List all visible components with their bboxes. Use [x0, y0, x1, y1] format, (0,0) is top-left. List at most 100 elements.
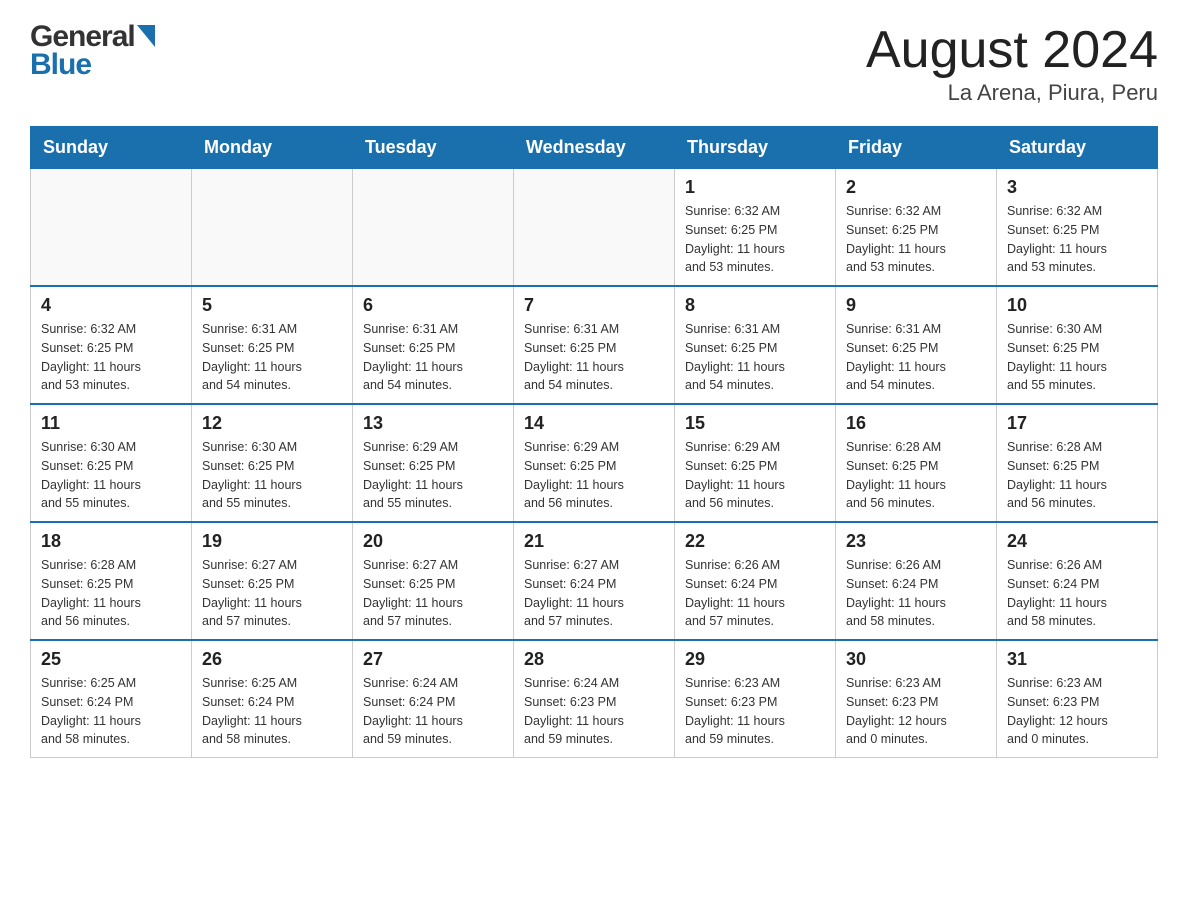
- page-subtitle: La Arena, Piura, Peru: [866, 80, 1158, 106]
- calendar-cell: 30Sunrise: 6:23 AM Sunset: 6:23 PM Dayli…: [836, 640, 997, 758]
- day-number: 31: [1007, 649, 1147, 670]
- day-number: 17: [1007, 413, 1147, 434]
- day-number: 21: [524, 531, 664, 552]
- calendar-cell: 31 Sunrise: 6:23 AM Sunset: 6:23 PM Dayli…: [997, 640, 1158, 758]
- calendar-cell: 14 Sunrise: 6:29 AM Sunset: 6:25 PM Dayli…: [514, 404, 675, 522]
- day-number: 11: [41, 413, 181, 434]
- day-info: Sunrise: 6:31 AM Sunset: 6:25 PM Dayligh…: [685, 320, 825, 395]
- calendar-header-saturday: Saturday: [997, 127, 1158, 169]
- day-number: 27: [363, 649, 503, 670]
- day-info: Sunrise: 6:25 AM Sunset: 6:24 PM Dayligh…: [41, 674, 181, 749]
- calendar-cell: 2Sunrise: 6:32 AM Sunset: 6:25 PM Daylig…: [836, 169, 997, 287]
- day-number: 29: [685, 649, 825, 670]
- calendar-cell: 7Sunrise: 6:31 AM Sunset: 6:25 PM Daylig…: [514, 286, 675, 404]
- calendar-cell: 4 Sunrise: 6:32 AM Sunset: 6:25 PM Daylig…: [31, 286, 192, 404]
- calendar-header-sunday: Sunday: [31, 127, 192, 169]
- day-number: 9: [846, 295, 986, 316]
- day-info: Sunrise: 6:23 AM Sunset: 6:23 PM Dayligh…: [1007, 674, 1147, 749]
- calendar-week-row: 11 Sunrise: 6:30 AM Sunset: 6:25 PM Dayli…: [31, 404, 1158, 522]
- logo: General Blue: [30, 20, 155, 82]
- calendar-cell: 26Sunrise: 6:25 AM Sunset: 6:24 PM Dayli…: [192, 640, 353, 758]
- day-info: Sunrise: 6:27 AM Sunset: 6:24 PM Dayligh…: [524, 556, 664, 631]
- day-info: Sunrise: 6:29 AM Sunset: 6:25 PM Dayligh…: [524, 438, 664, 513]
- day-number: 22: [685, 531, 825, 552]
- calendar-header-row: SundayMondayTuesdayWednesdayThursdayFrid…: [31, 127, 1158, 169]
- day-info: Sunrise: 6:30 AM Sunset: 6:25 PM Dayligh…: [202, 438, 342, 513]
- calendar-header-tuesday: Tuesday: [353, 127, 514, 169]
- day-info: Sunrise: 6:30 AM Sunset: 6:25 PM Dayligh…: [1007, 320, 1147, 395]
- day-number: 5: [202, 295, 342, 316]
- day-info: Sunrise: 6:26 AM Sunset: 6:24 PM Dayligh…: [1007, 556, 1147, 631]
- day-info: Sunrise: 6:32 AM Sunset: 6:25 PM Dayligh…: [41, 320, 181, 395]
- calendar-cell: 28 Sunrise: 6:24 AM Sunset: 6:23 PM Dayli…: [514, 640, 675, 758]
- calendar-week-row: 18Sunrise: 6:28 AM Sunset: 6:25 PM Dayli…: [31, 522, 1158, 640]
- day-info: Sunrise: 6:31 AM Sunset: 6:25 PM Dayligh…: [524, 320, 664, 395]
- logo-blue-text: Blue: [30, 48, 91, 82]
- day-info: Sunrise: 6:31 AM Sunset: 6:25 PM Dayligh…: [846, 320, 986, 395]
- calendar-header-friday: Friday: [836, 127, 997, 169]
- calendar-cell: 1Sunrise: 6:32 AM Sunset: 6:25 PM Daylig…: [675, 169, 836, 287]
- day-info: Sunrise: 6:31 AM Sunset: 6:25 PM Dayligh…: [202, 320, 342, 395]
- calendar-header-thursday: Thursday: [675, 127, 836, 169]
- calendar-cell: 9 Sunrise: 6:31 AM Sunset: 6:25 PM Daylig…: [836, 286, 997, 404]
- day-info: Sunrise: 6:24 AM Sunset: 6:23 PM Dayligh…: [524, 674, 664, 749]
- calendar-cell: 17 Sunrise: 6:28 AM Sunset: 6:25 PM Dayli…: [997, 404, 1158, 522]
- day-number: 28: [524, 649, 664, 670]
- day-info: Sunrise: 6:23 AM Sunset: 6:23 PM Dayligh…: [685, 674, 825, 749]
- day-number: 3: [1007, 177, 1147, 198]
- day-number: 16: [846, 413, 986, 434]
- day-number: 20: [363, 531, 503, 552]
- day-info: Sunrise: 6:25 AM Sunset: 6:24 PM Dayligh…: [202, 674, 342, 749]
- calendar-cell: 20Sunrise: 6:27 AM Sunset: 6:25 PM Dayli…: [353, 522, 514, 640]
- day-info: Sunrise: 6:23 AM Sunset: 6:23 PM Dayligh…: [846, 674, 986, 749]
- day-info: Sunrise: 6:32 AM Sunset: 6:25 PM Dayligh…: [846, 202, 986, 277]
- calendar-cell: 15 Sunrise: 6:29 AM Sunset: 6:25 PM Dayli…: [675, 404, 836, 522]
- day-number: 1: [685, 177, 825, 198]
- calendar-cell: [353, 169, 514, 287]
- page-header: General Blue August 2024 La Arena, Piura…: [30, 20, 1158, 106]
- calendar-week-row: 4 Sunrise: 6:32 AM Sunset: 6:25 PM Daylig…: [31, 286, 1158, 404]
- day-number: 13: [363, 413, 503, 434]
- day-number: 18: [41, 531, 181, 552]
- day-number: 4: [41, 295, 181, 316]
- day-number: 6: [363, 295, 503, 316]
- calendar-cell: 22 Sunrise: 6:26 AM Sunset: 6:24 PM Dayli…: [675, 522, 836, 640]
- calendar-cell: 12 Sunrise: 6:30 AM Sunset: 6:25 PM Dayli…: [192, 404, 353, 522]
- day-info: Sunrise: 6:27 AM Sunset: 6:25 PM Dayligh…: [202, 556, 342, 631]
- day-info: Sunrise: 6:32 AM Sunset: 6:25 PM Dayligh…: [1007, 202, 1147, 277]
- day-number: 8: [685, 295, 825, 316]
- day-info: Sunrise: 6:30 AM Sunset: 6:25 PM Dayligh…: [41, 438, 181, 513]
- day-number: 12: [202, 413, 342, 434]
- day-info: Sunrise: 6:31 AM Sunset: 6:25 PM Dayligh…: [363, 320, 503, 395]
- day-number: 14: [524, 413, 664, 434]
- calendar-cell: 11 Sunrise: 6:30 AM Sunset: 6:25 PM Dayli…: [31, 404, 192, 522]
- calendar-table: SundayMondayTuesdayWednesdayThursdayFrid…: [30, 126, 1158, 758]
- calendar-cell: [31, 169, 192, 287]
- day-number: 23: [846, 531, 986, 552]
- day-info: Sunrise: 6:29 AM Sunset: 6:25 PM Dayligh…: [363, 438, 503, 513]
- calendar-cell: [192, 169, 353, 287]
- day-info: Sunrise: 6:26 AM Sunset: 6:24 PM Dayligh…: [685, 556, 825, 631]
- day-info: Sunrise: 6:28 AM Sunset: 6:25 PM Dayligh…: [1007, 438, 1147, 513]
- calendar-cell: 13 Sunrise: 6:29 AM Sunset: 6:25 PM Dayli…: [353, 404, 514, 522]
- day-number: 25: [41, 649, 181, 670]
- calendar-cell: 6 Sunrise: 6:31 AM Sunset: 6:25 PM Daylig…: [353, 286, 514, 404]
- calendar-cell: 29 Sunrise: 6:23 AM Sunset: 6:23 PM Dayli…: [675, 640, 836, 758]
- calendar-cell: 25 Sunrise: 6:25 AM Sunset: 6:24 PM Dayli…: [31, 640, 192, 758]
- calendar-cell: 3 Sunrise: 6:32 AM Sunset: 6:25 PM Daylig…: [997, 169, 1158, 287]
- calendar-cell: 19 Sunrise: 6:27 AM Sunset: 6:25 PM Dayli…: [192, 522, 353, 640]
- day-number: 15: [685, 413, 825, 434]
- calendar-header-monday: Monday: [192, 127, 353, 169]
- calendar-cell: 24 Sunrise: 6:26 AM Sunset: 6:24 PM Dayli…: [997, 522, 1158, 640]
- day-number: 10: [1007, 295, 1147, 316]
- calendar-header-wednesday: Wednesday: [514, 127, 675, 169]
- day-info: Sunrise: 6:29 AM Sunset: 6:25 PM Dayligh…: [685, 438, 825, 513]
- calendar-cell: 27Sunrise: 6:24 AM Sunset: 6:24 PM Dayli…: [353, 640, 514, 758]
- day-info: Sunrise: 6:28 AM Sunset: 6:25 PM Dayligh…: [846, 438, 986, 513]
- title-block: August 2024 La Arena, Piura, Peru: [866, 20, 1158, 106]
- day-number: 24: [1007, 531, 1147, 552]
- logo-triangle-icon: [137, 25, 155, 52]
- day-number: 19: [202, 531, 342, 552]
- calendar-cell: [514, 169, 675, 287]
- calendar-cell: 5 Sunrise: 6:31 AM Sunset: 6:25 PM Daylig…: [192, 286, 353, 404]
